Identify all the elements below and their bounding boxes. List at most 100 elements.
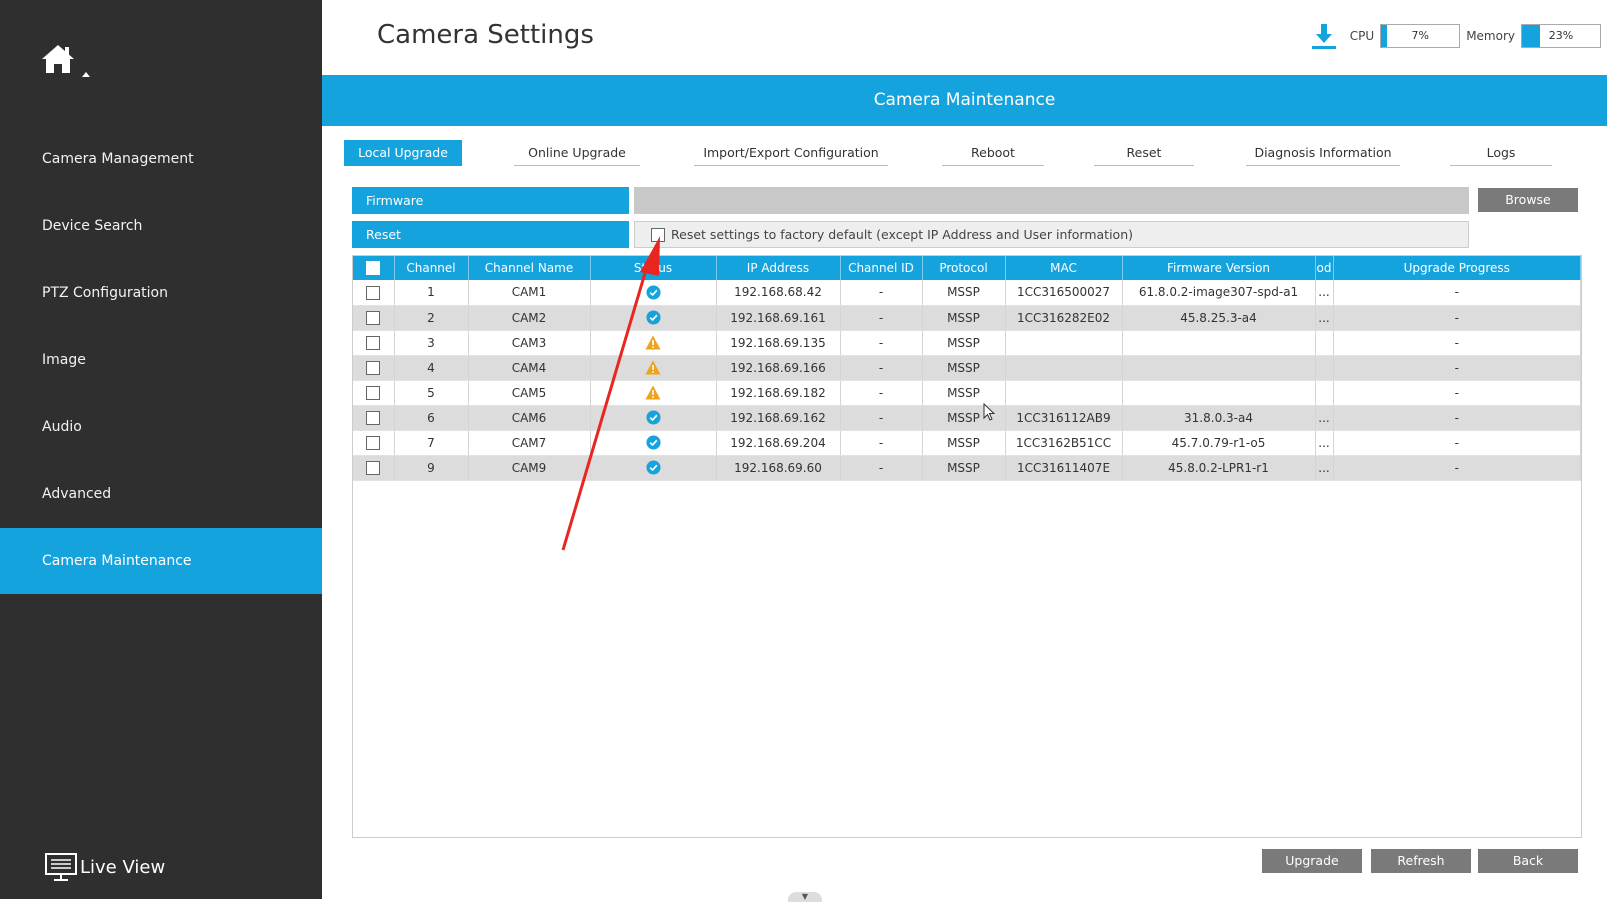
tab-local-upgrade[interactable]: Local Upgrade bbox=[344, 140, 462, 166]
refresh-button[interactable]: Refresh bbox=[1371, 849, 1471, 873]
chevron-down-icon[interactable]: ▼ bbox=[788, 892, 822, 902]
cell-progress: - bbox=[1333, 280, 1581, 306]
cell-name: CAM3 bbox=[468, 330, 591, 356]
row-select-cell bbox=[353, 405, 395, 431]
tab-online-upgrade[interactable]: Online Upgrade bbox=[514, 140, 640, 166]
cell-progress: - bbox=[1333, 455, 1581, 481]
memory-value: 23% bbox=[1548, 29, 1574, 42]
status-cell bbox=[590, 380, 717, 406]
memory-bar: 23% bbox=[1521, 24, 1601, 48]
cell-ip: 192.168.69.162 bbox=[716, 405, 841, 431]
row-checkbox[interactable] bbox=[366, 385, 381, 400]
tab-diagnosis-information[interactable]: Diagnosis Information bbox=[1246, 140, 1400, 166]
sidebar-item-device-search[interactable]: Device Search bbox=[0, 193, 322, 259]
sidebar-item-audio[interactable]: Audio bbox=[0, 394, 322, 460]
row-select-cell bbox=[353, 355, 395, 381]
firmware-path-field[interactable] bbox=[634, 187, 1469, 214]
browse-button[interactable]: Browse bbox=[1478, 188, 1578, 212]
row-checkbox[interactable] bbox=[366, 360, 381, 375]
tab-reboot[interactable]: Reboot bbox=[942, 140, 1044, 166]
cell-protocol: MSSP bbox=[922, 430, 1006, 456]
status-cell bbox=[590, 405, 717, 431]
cell-channel: 3 bbox=[394, 330, 469, 356]
cell-progress: - bbox=[1333, 355, 1581, 381]
cell-progress: - bbox=[1333, 305, 1581, 331]
main-panel: Camera Settings CPU 7% Memory 23% Camera… bbox=[322, 0, 1613, 902]
cell-od bbox=[1315, 355, 1334, 381]
monitor-icon bbox=[45, 853, 77, 881]
column-header[interactable]: od bbox=[1315, 256, 1334, 280]
table-row[interactable]: 4 CAM4 192.168.69.166- MSSP - bbox=[353, 355, 1581, 381]
cell-name: CAM1 bbox=[468, 280, 591, 306]
cell-mac: 1CC316500027 bbox=[1005, 280, 1123, 306]
cell-channel-id: - bbox=[840, 455, 923, 481]
column-header[interactable]: Protocol bbox=[922, 256, 1006, 280]
cell-od: ... bbox=[1315, 305, 1334, 331]
table-row[interactable]: 5 CAM5 192.168.69.182- MSSP - bbox=[353, 380, 1581, 406]
memory-label: Memory bbox=[1466, 29, 1515, 43]
cell-name: CAM7 bbox=[468, 430, 591, 456]
cell-channel-id: - bbox=[840, 305, 923, 331]
cell-channel-id: - bbox=[840, 380, 923, 406]
column-header[interactable]: Status bbox=[590, 256, 717, 280]
status-cell bbox=[590, 430, 717, 456]
column-header[interactable]: Channel Name bbox=[468, 256, 591, 280]
status-cell bbox=[590, 280, 717, 306]
table-row[interactable]: 7 CAM7 192.168.69.204- MSSP 1CC3162B51CC 45.7… bbox=[353, 430, 1581, 456]
sidebar: Camera Management Device Search PTZ Config… bbox=[0, 0, 322, 899]
table-row[interactable]: 1 CAM1 192.168.68.42- MSSP 1CC316500027 61.8.… bbox=[353, 280, 1581, 306]
live-view-label: Live View bbox=[80, 856, 166, 878]
mouse-cursor-icon bbox=[983, 403, 996, 421]
row-checkbox[interactable] bbox=[366, 410, 381, 425]
tab-logs[interactable]: Logs bbox=[1450, 140, 1552, 166]
column-header[interactable]: IP Address bbox=[716, 256, 841, 280]
row-checkbox[interactable] bbox=[366, 460, 381, 475]
select-all-checkbox[interactable] bbox=[366, 261, 381, 276]
section-banner: Camera Maintenance bbox=[322, 75, 1607, 126]
table-row[interactable]: 2 CAM2 192.168.69.161- MSSP 1CC316282E02 45.8… bbox=[353, 305, 1581, 331]
upgrade-button[interactable]: Upgrade bbox=[1262, 849, 1362, 873]
download-icon[interactable] bbox=[1310, 22, 1338, 50]
tab-import-export-configuration[interactable]: Import/Export Configuration bbox=[694, 140, 888, 166]
select-all-cell bbox=[353, 256, 395, 280]
status-cell bbox=[590, 355, 717, 381]
cell-channel: 4 bbox=[394, 355, 469, 381]
cell-firmware: 31.8.0.3-a4 bbox=[1122, 405, 1316, 431]
sidebar-item-camera-management[interactable]: Camera Management bbox=[0, 126, 322, 192]
firmware-label: Firmware bbox=[352, 187, 629, 214]
row-checkbox[interactable] bbox=[366, 285, 381, 300]
sidebar-item-advanced[interactable]: Advanced bbox=[0, 461, 322, 527]
row-checkbox[interactable] bbox=[366, 310, 381, 325]
column-header[interactable]: Upgrade Progress bbox=[1333, 256, 1581, 280]
home-icon[interactable] bbox=[40, 42, 100, 82]
online-status-icon bbox=[645, 410, 661, 425]
table-row[interactable]: 6 CAM6 192.168.69.162- MSSP 1CC316112AB9 31.8… bbox=[353, 405, 1581, 431]
warning-status-icon bbox=[645, 385, 661, 400]
cell-od bbox=[1315, 380, 1334, 406]
sidebar-item-ptz-configuration[interactable]: PTZ Configuration bbox=[0, 260, 322, 326]
cell-channel: 5 bbox=[394, 380, 469, 406]
cell-channel: 6 bbox=[394, 405, 469, 431]
tab-reset[interactable]: Reset bbox=[1094, 140, 1194, 166]
cell-ip: 192.168.69.166 bbox=[716, 355, 841, 381]
table-row[interactable]: 3 CAM3 192.168.69.135- MSSP - bbox=[353, 330, 1581, 356]
cell-protocol: MSSP bbox=[922, 380, 1006, 406]
table-row[interactable]: 9 CAM9 192.168.69.60- MSSP 1CC31611407E 45.8.… bbox=[353, 455, 1581, 481]
cell-mac: 1CC316112AB9 bbox=[1005, 405, 1123, 431]
column-header[interactable]: Channel ID bbox=[840, 256, 923, 280]
sidebar-item-camera-maintenance[interactable]: Camera Maintenance bbox=[0, 528, 322, 594]
cell-name: CAM5 bbox=[468, 380, 591, 406]
factory-reset-checkbox[interactable] bbox=[651, 227, 665, 242]
back-button[interactable]: Back bbox=[1478, 849, 1578, 873]
live-view-button[interactable]: Live View bbox=[44, 852, 165, 882]
row-checkbox[interactable] bbox=[366, 435, 381, 450]
sidebar-item-image[interactable]: Image bbox=[0, 327, 322, 393]
column-header[interactable]: Firmware Version bbox=[1122, 256, 1316, 280]
column-header[interactable]: MAC bbox=[1005, 256, 1123, 280]
column-header[interactable]: Channel bbox=[394, 256, 469, 280]
row-checkbox[interactable] bbox=[366, 335, 381, 350]
cell-name: CAM6 bbox=[468, 405, 591, 431]
cell-progress: - bbox=[1333, 405, 1581, 431]
cell-ip: 192.168.69.135 bbox=[716, 330, 841, 356]
reset-option: Reset settings to factory default (excep… bbox=[634, 221, 1469, 248]
